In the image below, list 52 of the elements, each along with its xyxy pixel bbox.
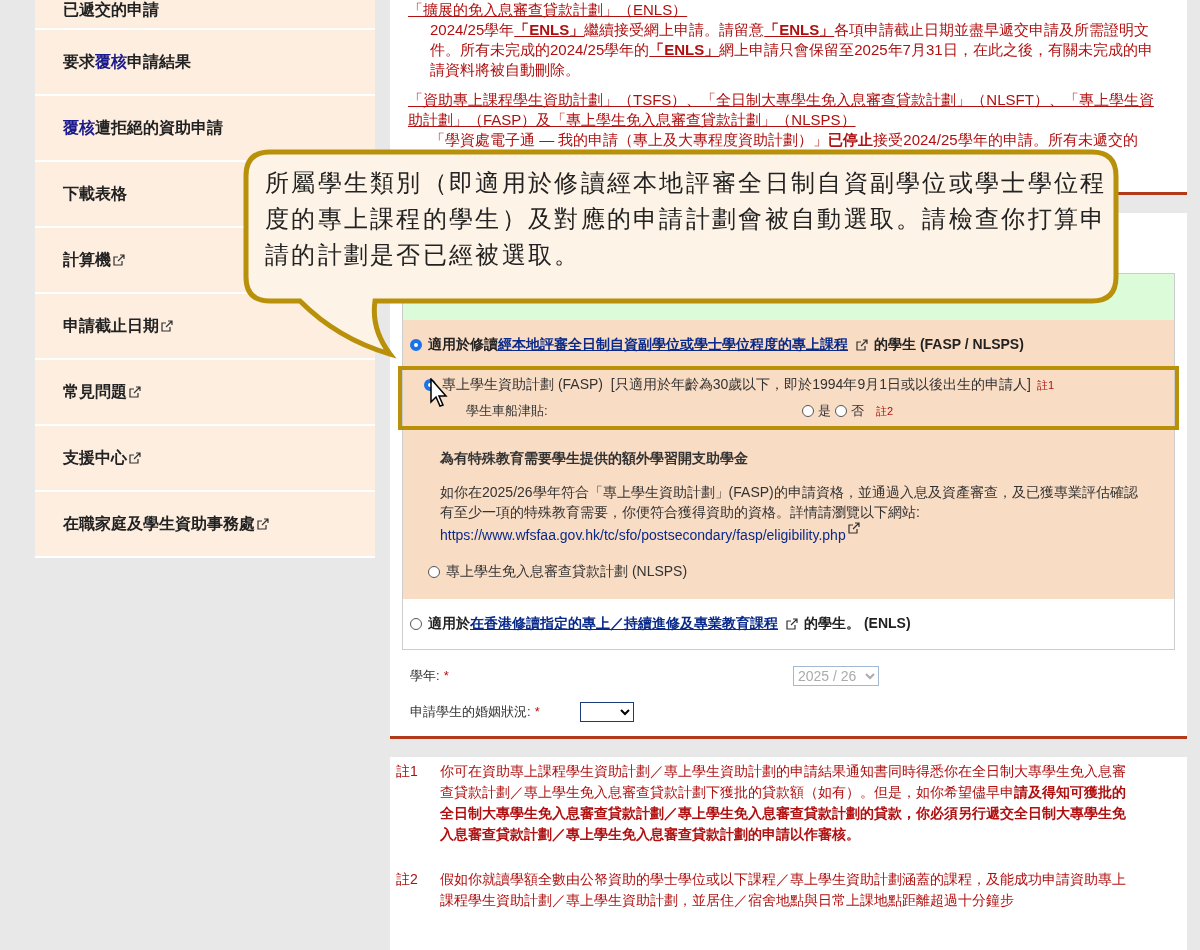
field-label: 申請學生的婚姻狀況: [410, 702, 531, 721]
radio-button[interactable] [835, 405, 847, 417]
sidebar-link[interactable]: 下載表格 [63, 183, 127, 205]
radio-button[interactable] [410, 617, 422, 630]
sidebar-link[interactable]: 計算機 [63, 249, 125, 271]
external-link-icon [856, 339, 868, 351]
notice-text: 2024/25學年「ENLS」繼續接受網上申請。請留意「ENLS」各項申請截止日期並盡早遞交申請及所需證明文件。所有未完成的2024/25學年的「ENLS」網上申請只會保留至2025年7月31日，在此之後，有關未完成的申請資料將被自動刪除。 [429, 20, 1154, 80]
field-label: 學年: [410, 666, 440, 685]
sidebar-link[interactable]: 已遞交的申請 [63, 0, 159, 21]
choice-label: 否 [851, 402, 864, 420]
note-mark: 註1 [396, 761, 419, 781]
radio-button[interactable] [410, 339, 422, 351]
sidebar-link[interactable]: 申請截止日期 [63, 315, 173, 337]
note-mark: 註1 [1036, 377, 1054, 393]
sidebar-link[interactable]: 覆核遭拒絕的資助申請 [63, 117, 223, 139]
course-link[interactable]: 在香港修讀指定的專上／持續進修及專業教育課程 [470, 614, 778, 631]
course-link[interactable]: 經本地評審全日制自資副學位或學士學位程度的專上課程 [498, 336, 848, 352]
required-mark: * [534, 704, 540, 720]
external-link-icon [113, 254, 125, 266]
scheme-label: 專上學生免入息審查貸款計劃 (NLSPS) [446, 562, 688, 581]
category-suffix: 的學生 (FASP / NLSPS) [874, 336, 1024, 354]
note-mark: 註2 [876, 403, 894, 419]
sidebar-link[interactable]: 常見問題 [63, 381, 141, 403]
scheme-label: 專上學生資助計劃 (FASP) [只適用於年齡為30歲以下，即於1994年9月1日或以後出生的申請人] [442, 376, 1031, 394]
radio-button[interactable] [428, 565, 440, 578]
required-mark: * [443, 668, 449, 684]
external-link-icon [161, 320, 173, 332]
choice-label: 是 [818, 402, 831, 420]
notice-heading-link[interactable]: 「擴展的免入息審查貸款計劃」（ENLS） [408, 0, 1161, 20]
external-link-icon [129, 386, 141, 398]
section-title: 為有特殊教育需要學生提供的額外學習開支助學金 [440, 449, 749, 468]
sidebar-link[interactable]: 在職家庭及學生資助事務處 [63, 513, 269, 535]
note-text: 假如你就讀學額全數由公帑資助的學士學位或以下課程／專上學生資助計劃涵蓋的課程，及能成功申請資助專上課程學生資助計劃／專上學生資助計劃，並居住／宿舍地點與日常上課地點距離超過十分鐘步 [440, 869, 1127, 910]
notice-heading-link[interactable]: 「資助專上課程學生資助計劃」（TSFS）、「全日制大專學生免入息審查貸款計劃」（NLSFT）、「專上學生資助計劃」（FASP）及「專上學生免入息審查貸款計劃」（NLSPS） [408, 90, 1161, 130]
external-link-icon [786, 617, 798, 630]
sidebar-link[interactable]: 支援中心 [63, 447, 141, 469]
category-label: 適用於在香港修讀指定的專上／持續進修及專業教育課程 [428, 614, 778, 633]
note-mark: 註2 [396, 869, 419, 889]
dropdown[interactable] [580, 701, 634, 722]
sidebar-link[interactable]: 要求覆核申請結果 [63, 51, 191, 73]
external-link-icon [847, 522, 860, 534]
radio-button[interactable] [802, 405, 814, 417]
section-text: 如你在2025/26學年符合「專上學生資助計劃」(FASP)的申請資格，並通過入息及資產審查，及已獲專業評估確認有至少一項的特殊教育需要，你便符合獲得資助的資格。詳情請瀏覽以下網站: [440, 483, 1139, 522]
callout-tooltip-text: 所屬學生類別（即適用於修讀經本地評審全日制自資副學位或學士學位程度的專上課程的學生）及對應的申請計劃會被自動選取。請檢查你打算申請的計劃是否已經被選取。 [265, 168, 1108, 270]
external-link-icon [129, 452, 141, 464]
category-label: 適用於修讀經本地評審全日制自資副學位或學士學位程度的專上課程 [428, 336, 848, 354]
category-suffix: 的學生。 (ENLS) [804, 614, 911, 633]
note-text: 你可在資助專上課程學生資助計劃／專上學生資助計劃的申請結果通知書同時得悉你在全日制大專學生免入息審查貸款計劃／專上學生免入息審查貸款計劃下獲批的貸款額（如有）。但是，如你希望儘早申請及得知可獲批的全日制大專學生免入息審查貸款計劃／專上學生免入息審查貸款計劃的貸款，你必須另行遞交全日制大專學生免入息審查貸款計劃／專上學生免入息審查貸款計劃的申請以作審核。 [440, 761, 1127, 844]
eligibility-link[interactable]: https://www.wfsfaa.gov.hk/tc/sfo/postsecondary/fasp/eligibility.php [440, 526, 846, 543]
external-link-icon [257, 518, 269, 530]
notice-text: 「學資處電子通 — 我的申請（專上及大專程度資助計劃）」已停止接受2024/25學年的申請。所有未遞交的 [429, 130, 1139, 150]
subsidy-label: 學生車船津貼: [466, 402, 549, 420]
